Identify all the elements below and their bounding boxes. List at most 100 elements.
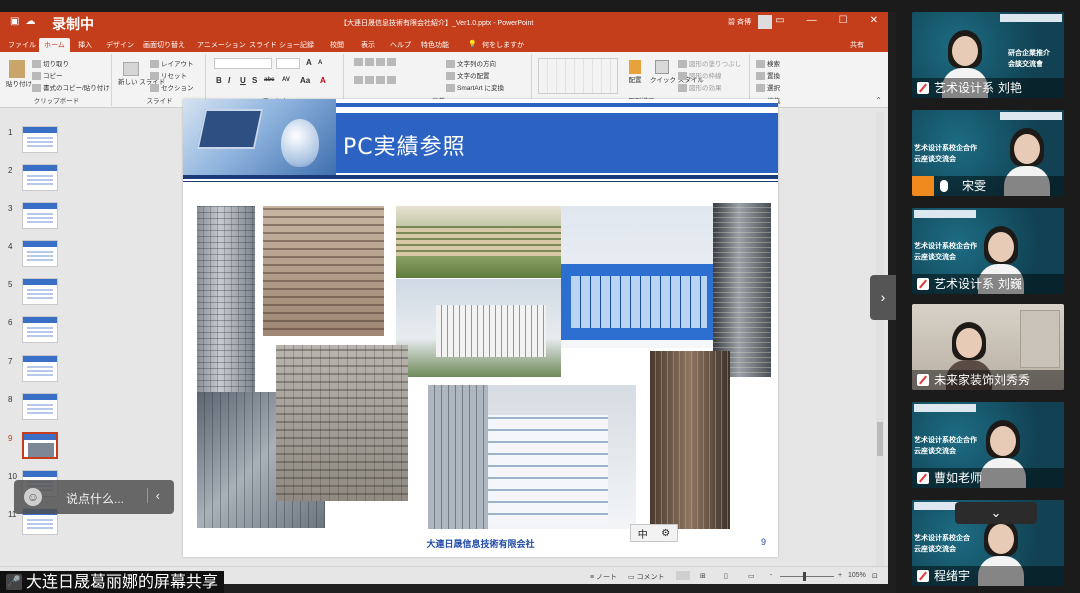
font-name-combo[interactable] [214,58,272,69]
slideshow-button[interactable]: ▭ [748,572,755,580]
italic-button[interactable]: I [228,76,230,85]
align-buttons[interactable] [354,76,398,84]
find-button[interactable]: 検索 [756,58,780,69]
vertical-scrollbar[interactable] [876,112,884,570]
tell-me-search[interactable]: 何をしますか [482,38,524,52]
new-slide-button[interactable]: 新しい スライド [118,62,165,86]
avatar[interactable] [758,15,772,29]
slide-thumbnail[interactable] [22,432,58,459]
comments-button[interactable]: ▭ コメント [628,572,665,582]
scroll-thumb[interactable] [877,422,883,456]
tab-home[interactable]: ホーム [39,38,70,52]
tab-file[interactable]: ファイル [8,38,36,52]
normal-view-button[interactable] [676,571,690,580]
mic-muted-icon [917,570,929,582]
reading-view-button[interactable]: ▯ [724,572,728,580]
select-button[interactable]: 選択 [756,82,780,93]
chevron-left-icon[interactable]: ‹ [146,488,160,503]
text-direction-button[interactable]: 文字列の方向 [446,58,496,69]
strikethrough-button[interactable]: abc [264,77,274,83]
video-tile[interactable]: 艺术设计系校企合作 云座谈交流会 艺术设计系 刘巍 [912,208,1064,294]
shadow-button[interactable]: S [252,76,257,85]
cloud-icon[interactable]: ☁ [25,16,35,27]
change-case-button[interactable]: Aa [300,76,310,85]
align-text-button[interactable]: 文字の配置 [446,70,490,81]
slide-number: 5 [8,280,13,289]
slide-thumbnail[interactable] [22,126,58,153]
tab-slideshow[interactable]: スライド ショー [249,38,300,52]
slide-thumbnail[interactable] [22,393,58,420]
shrink-font-button[interactable]: A [318,60,322,66]
smartart-button[interactable]: SmartArt に変換 [446,82,504,93]
tab-insert[interactable]: 挿入 [78,38,92,52]
tab-record[interactable]: 記録 [300,38,314,52]
char-spacing-button[interactable]: AV [282,77,290,83]
tab-special[interactable]: 特色功能 [421,38,449,52]
copy-icon [32,72,41,81]
close-icon[interactable]: ✕ [870,15,878,26]
slide-thumbnail[interactable] [22,316,58,343]
zoom-slider-knob[interactable] [803,572,806,581]
tab-design[interactable]: デザイン [106,38,134,52]
scroll-down-button[interactable]: ⌄ [955,502,1037,524]
slide-thumbnail[interactable] [22,202,58,229]
notes-button[interactable]: ≡ ノート [590,572,617,582]
section-button[interactable]: セクション [150,82,194,93]
tab-review[interactable]: 校閲 [330,38,344,52]
shape-effects-button[interactable]: 図形の効果 [678,82,722,93]
tab-transitions[interactable]: 画面切り替え [143,38,185,52]
underline-button[interactable]: U [240,76,246,85]
zoom-out-button[interactable]: - [770,572,772,579]
replace-button[interactable]: 置換 [756,70,780,81]
fit-slide-icon[interactable]: ⊡ [872,572,878,580]
shape-outline-button[interactable]: 図形の枠線 [678,70,722,81]
video-tile[interactable]: 未来家装饰刘秀秀 [912,304,1064,390]
paste-button[interactable]: 貼り付け [6,60,32,88]
grow-font-button[interactable]: A [306,58,312,67]
slide-thumbnail[interactable] [22,278,58,305]
slide[interactable]: PC実績参照 大連日晟信息技術有限会社 9 [183,99,778,557]
zoom-in-button[interactable]: + [838,572,842,579]
format-painter-button[interactable]: 書式のコピー/貼り付け [32,82,110,93]
ribbon-display-icon[interactable]: ▭ [775,15,784,26]
quick-styles-button[interactable]: クイック スタイル [650,60,704,84]
chevron-right-icon: › [880,289,886,305]
share-button[interactable]: 共有 [850,38,864,52]
tab-view[interactable]: 表示 [361,38,375,52]
font-size-combo[interactable] [276,58,300,69]
copy-button[interactable]: コピー [32,70,63,81]
zoom-level[interactable]: 105% [848,572,866,579]
video-tile[interactable]: 研合企業推介 会談交流會 艺术设计系 刘艳 [912,12,1064,98]
collapse-panel-button[interactable]: › [870,275,896,320]
minimize-icon[interactable]: — [807,15,817,26]
tab-help[interactable]: ヘルプ [390,38,411,52]
video-tile[interactable]: 艺术设计系校企合作 云座谈交流会 宋雯 [912,110,1064,196]
slide-thumbnail[interactable] [22,164,58,191]
collapse-ribbon-icon[interactable]: ⌃ [875,96,882,105]
bullets-button[interactable] [354,58,398,66]
font-color-button[interactable]: A [320,76,326,85]
user-name[interactable]: 碧 斉博 [728,17,751,27]
chat-input-bar[interactable]: ☺ 说点什么... ‹ [14,480,174,514]
cut-button[interactable]: 切り取り [32,58,69,69]
chevron-down-icon: ⌄ [990,505,1002,520]
bold-button[interactable]: B [216,76,222,85]
slide-sorter-button[interactable]: ⊞ [700,572,706,580]
ime-mode[interactable]: 中 [638,526,648,541]
ime-indicator[interactable]: 中 ⚙ [630,524,678,542]
arrange-button[interactable]: 配置 [624,60,646,84]
gear-icon[interactable]: ⚙ [661,528,670,539]
chat-placeholder[interactable]: 说点什么... [66,490,124,507]
slide-thumbnail[interactable] [22,355,58,382]
shape-fill-button[interactable]: 図形の塗りつぶし [678,58,741,69]
shapes-gallery[interactable] [538,58,618,94]
slide-thumbnail[interactable] [22,240,58,267]
tab-animations[interactable]: アニメーション [197,38,246,52]
zoom-slider[interactable] [780,576,834,577]
maximize-icon[interactable]: ☐ [839,15,848,26]
layout-button[interactable]: レイアウト [150,58,194,69]
reset-button[interactable]: リセット [150,70,187,81]
emoji-icon[interactable]: ☺ [24,488,42,506]
video-tile[interactable]: 艺术设计系校企合作 云座谈交流会 曹如老师 [912,402,1064,488]
save-icon[interactable]: ▣ [10,16,19,27]
